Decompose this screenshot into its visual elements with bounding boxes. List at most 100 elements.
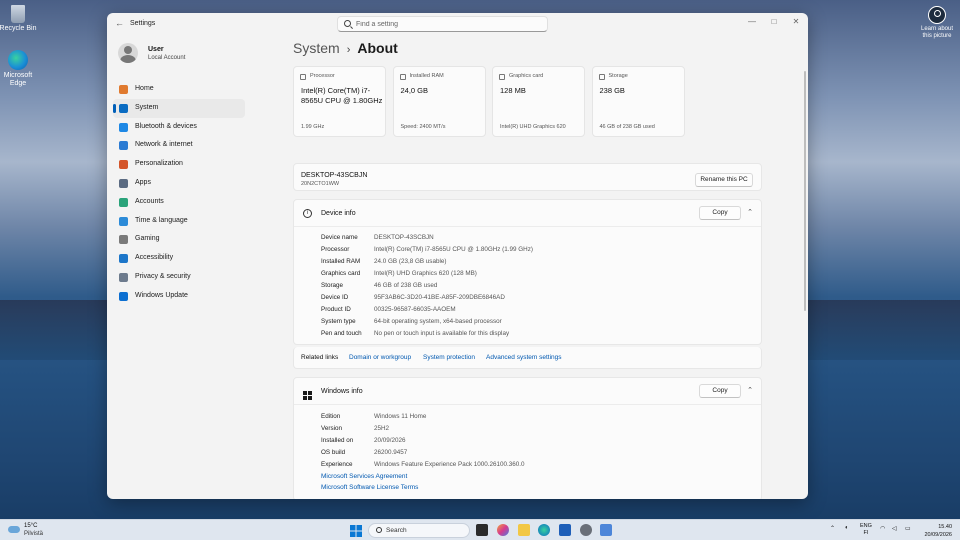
edge-desktop-icon[interactable]: Microsoft Edge	[0, 50, 38, 88]
spec-heading: Graphics card	[509, 73, 544, 79]
file-explorer-icon[interactable]	[518, 524, 530, 536]
task-view-icon[interactable]	[476, 524, 488, 536]
taskbar-search-label: Search	[386, 527, 407, 534]
user-name: User	[148, 46, 164, 53]
info-row-value: Windows Feature Experience Pack 1000.261…	[374, 461, 525, 468]
sidebar-item-bluetooth-devices[interactable]: Bluetooth & devices	[113, 118, 245, 137]
sidebar-item-apps[interactable]: Apps	[113, 174, 245, 193]
user-profile[interactable]: User Local Account	[118, 43, 185, 63]
domain-workgroup-link[interactable]: Domain or workgroup	[349, 354, 411, 361]
privacy-security-icon	[119, 272, 128, 282]
maximize-button[interactable]: □	[763, 16, 785, 28]
sidebar-item-label: Bluetooth & devices	[135, 122, 197, 130]
graphics-icon	[499, 74, 505, 80]
search-icon	[344, 20, 351, 27]
desktop-icon-label: Microsoft Edge	[3, 72, 33, 87]
spec-value: 238 GB	[599, 86, 625, 95]
battery-icon[interactable]: ▭	[905, 525, 911, 532]
system-icon	[119, 103, 128, 113]
close-button[interactable]: ✕	[785, 16, 807, 28]
sidebar-item-windows-update[interactable]: Windows Update	[113, 287, 245, 306]
info-row-label: Device ID	[321, 294, 349, 301]
chevron-up-icon[interactable]: ⌃	[746, 387, 754, 395]
windows-info-header[interactable]: Windows info Copy ⌃	[294, 378, 761, 405]
services-agreement-link[interactable]: Microsoft Services Agreement	[321, 473, 407, 480]
info-row-value: 24.0 GB (23,8 GB usable)	[374, 258, 447, 265]
windows-info-title: Windows info	[321, 388, 363, 395]
store-icon[interactable]	[559, 524, 571, 536]
rename-pc-button[interactable]: Rename this PC	[695, 173, 753, 187]
license-terms-link[interactable]: Microsoft Software License Terms	[321, 484, 418, 491]
chevron-up-icon[interactable]: ⌃	[830, 525, 835, 532]
minimize-button[interactable]: —	[741, 16, 763, 28]
avatar	[118, 43, 138, 63]
windows-info-copy-button[interactable]: Copy	[699, 384, 741, 398]
weather-temp: 15°C	[24, 523, 38, 529]
sidebar-item-privacy-security[interactable]: Privacy & security	[113, 268, 245, 287]
scrollbar[interactable]	[804, 71, 806, 311]
recycle-bin-desktop-icon[interactable]: Recycle Bin	[0, 5, 38, 33]
start-icon[interactable]	[350, 524, 362, 537]
apps-icon	[119, 178, 128, 188]
sidebar-item-accessibility[interactable]: Accessibility	[113, 249, 245, 268]
sidebar-item-label: Windows Update	[135, 291, 188, 299]
ram-icon	[399, 74, 406, 80]
device-name-card: DESKTOP-43SCBJN 20N2CTO1WW Rename this P…	[293, 163, 762, 191]
chevron-up-icon[interactable]: ⌃	[746, 209, 754, 217]
info-row-label: OS build	[321, 449, 346, 456]
back-arrow-icon[interactable]: ←	[115, 18, 124, 28]
accounts-icon	[119, 197, 128, 207]
sidebar-item-network-internet[interactable]: Network & internet	[113, 136, 245, 155]
sidebar-item-label: Time & language	[135, 216, 188, 224]
settings-window: ← Settings — □ ✕ User Local Account Home…	[107, 13, 808, 499]
spec-subtext: 46 GB of 238 GB used	[599, 124, 655, 130]
edge-icon[interactable]	[538, 524, 550, 536]
device-info-copy-button[interactable]: Copy	[699, 206, 741, 220]
clock[interactable]: 15.40 20/09/2026	[924, 523, 952, 539]
info-row-label: Version	[321, 425, 343, 432]
copilot-icon[interactable]	[497, 524, 509, 536]
volume-icon[interactable]: ◁	[892, 525, 897, 532]
sidebar-item-label: Network & internet	[135, 141, 193, 149]
taskbar-search[interactable]: Search	[368, 523, 470, 538]
accessibility-tray-icon[interactable]: ◐	[845, 525, 849, 531]
user-account-type: Local Account	[148, 55, 186, 61]
network-app-icon[interactable]	[600, 524, 612, 536]
info-row-value: 25H2	[374, 425, 390, 432]
info-row-label: Storage	[321, 282, 344, 289]
wifi-icon[interactable]: ◠	[880, 525, 885, 532]
info-row-value: 46 GB of 238 GB used	[374, 282, 438, 289]
sidebar-item-time-language[interactable]: Time & language	[113, 212, 245, 231]
learn-about-picture[interactable]: Learn about this picture	[920, 6, 954, 40]
advanced-system-settings-link[interactable]: Advanced system settings	[486, 354, 562, 361]
sidebar-item-label: Home	[135, 85, 154, 92]
sidebar-item-label: Accessibility	[135, 254, 174, 262]
spec-value: Intel(R) Core(TM) i7-8565U CPU @ 1.80GHz	[301, 86, 383, 105]
info-row-label: Experience	[321, 461, 353, 468]
search-icon	[376, 527, 382, 533]
processor-icon	[300, 74, 306, 80]
system-protection-link[interactable]: System protection	[423, 354, 475, 361]
spec-heading: Installed RAM	[409, 73, 444, 79]
spec-value: 128 MB	[500, 86, 526, 95]
recycle-bin-icon	[11, 5, 25, 23]
taskbar: 15°C Pilvistä Search ⌃ ◐ ENG FI ◠ ◁ ▭ 15…	[0, 519, 960, 540]
sidebar-item-system[interactable]: System	[113, 98, 245, 118]
sidebar-item-label: Gaming	[135, 235, 160, 243]
sidebar-item-personalization[interactable]: Personalization	[113, 155, 245, 174]
search-input[interactable]	[356, 19, 541, 30]
processor-spec-card: Processor Intel(R) Core(TM) i7-8565U CPU …	[293, 66, 386, 137]
info-row-value: 00325-96587-66035-AAOEM	[374, 306, 456, 313]
storage-spec-card: Storage 238 GB 46 GB of 238 GB used	[591, 66, 685, 137]
storage-icon	[598, 74, 605, 80]
settings-search[interactable]	[337, 16, 548, 32]
breadcrumb-parent[interactable]: System	[293, 40, 340, 56]
info-row-value: DESKTOP-43SCBJN	[374, 234, 434, 241]
device-info-header[interactable]: i Device info Copy ⌃	[294, 200, 761, 227]
sidebar-item-accounts[interactable]: Accounts	[113, 193, 245, 212]
home-icon	[119, 85, 128, 94]
sidebar-item-gaming[interactable]: Gaming	[113, 230, 245, 249]
gear-icon[interactable]	[580, 524, 592, 536]
language-indicator[interactable]: ENG FI	[860, 523, 872, 537]
sidebar-item-home[interactable]: Home	[113, 80, 245, 99]
